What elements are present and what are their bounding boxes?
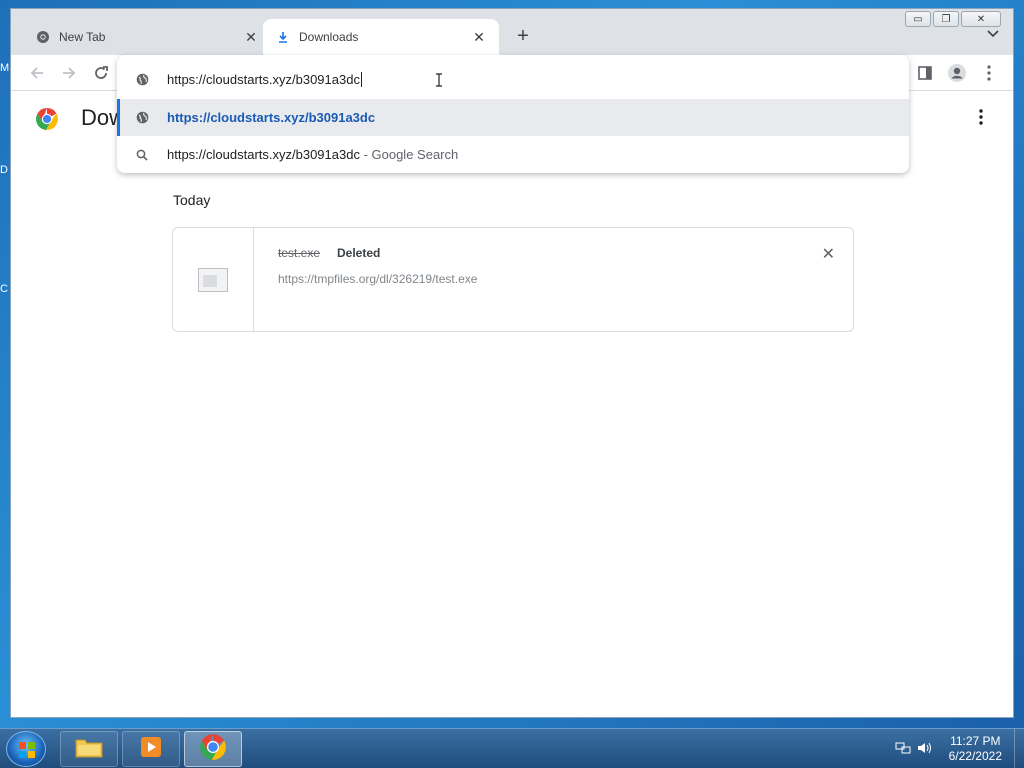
chrome-icon: [35, 29, 51, 45]
tab-title: Downloads: [299, 30, 359, 44]
profile-avatar-icon[interactable]: [945, 61, 969, 85]
back-button[interactable]: [25, 61, 49, 85]
close-tab-icon[interactable]: ✕: [243, 29, 259, 46]
taskbar-chrome[interactable]: [184, 731, 242, 767]
suggestion-search-suffix: - Google Search: [359, 147, 459, 162]
omnibox-dropdown: https://cloudstarts.xyz/b3091a3dc https:…: [117, 55, 909, 173]
close-window-button[interactable]: ✕: [961, 11, 1001, 27]
file-icon: [198, 267, 228, 292]
desktop-icon-label-c: C: [0, 283, 8, 295]
chrome-logo-icon: [35, 107, 59, 131]
page-menu-icon[interactable]: [979, 109, 983, 130]
restore-button[interactable]: ❐: [933, 11, 959, 27]
suggestion-url[interactable]: https://cloudstarts.xyz/b3091a3dc: [117, 99, 909, 136]
start-button[interactable]: [6, 731, 46, 767]
clock-date: 6/22/2022: [948, 749, 1002, 763]
suggestion-url-text: https://cloudstarts.xyz/b3091a3dc: [167, 110, 376, 125]
system-tray: 11:27 PM 6/22/2022: [895, 729, 1024, 768]
kebab-menu-icon[interactable]: [977, 61, 1001, 85]
tab-title: New Tab: [59, 30, 106, 44]
folder-icon: [74, 735, 104, 764]
search-icon: [117, 149, 167, 161]
download-item: test.exe Deleted https://tmpfiles.org/dl…: [172, 227, 854, 332]
clock[interactable]: 11:27 PM 6/22/2022: [949, 734, 1002, 764]
address-bar[interactable]: https://cloudstarts.xyz/b3091a3dc: [117, 61, 909, 98]
download-url[interactable]: https://tmpfiles.org/dl/326219/test.exe: [278, 272, 477, 286]
address-input-text[interactable]: https://cloudstarts.xyz/b3091a3dc: [167, 72, 360, 87]
remove-download-icon[interactable]: ✕: [822, 244, 835, 264]
browser-window: New Tab ✕ Downloads ✕ + ▭ ❐ ✕ https://cl…: [10, 8, 1014, 718]
globe-icon: [117, 73, 167, 86]
desktop-icon-label-m: M: [0, 62, 10, 74]
chrome-icon: [199, 733, 227, 766]
reload-button[interactable]: [89, 61, 113, 85]
tab-search-chevron-icon[interactable]: [987, 27, 999, 41]
download-status: Deleted: [337, 246, 381, 260]
forward-button[interactable]: [57, 61, 81, 85]
globe-icon: [117, 111, 167, 124]
download-filename: test.exe: [278, 246, 321, 260]
suggestion-search[interactable]: https://cloudstarts.xyz/b3091a3dc - Goog…: [117, 136, 909, 173]
minimize-button[interactable]: ▭: [905, 11, 931, 27]
tab-new-tab[interactable]: New Tab ✕: [23, 19, 271, 55]
media-player-icon: [138, 734, 164, 765]
suggestion-search-text: https://cloudstarts.xyz/b3091a3dc: [167, 147, 360, 162]
close-tab-icon[interactable]: ✕: [471, 29, 487, 46]
window-controls: ▭ ❐ ✕: [905, 11, 1001, 27]
show-desktop-button[interactable]: [1014, 729, 1024, 768]
i-beam-cursor-icon: [435, 73, 443, 87]
taskbar-file-explorer[interactable]: [60, 731, 118, 767]
volume-icon[interactable]: [917, 741, 933, 758]
file-icon-box: [173, 228, 254, 331]
new-tab-button[interactable]: +: [511, 25, 535, 49]
tab-strip: New Tab ✕ Downloads ✕ + ▭ ❐ ✕: [11, 9, 1013, 55]
clock-time: 11:27 PM: [950, 734, 1001, 748]
taskbar: 11:27 PM 6/22/2022: [0, 728, 1024, 768]
network-icon[interactable]: [895, 741, 911, 758]
taskbar-media-player[interactable]: [122, 731, 180, 767]
section-heading-today: Today: [173, 192, 211, 208]
desktop-icon-label-d: D: [0, 164, 8, 176]
text-caret: [360, 72, 362, 87]
download-icon: [275, 29, 291, 45]
tab-downloads[interactable]: Downloads ✕: [263, 19, 499, 55]
side-panel-icon[interactable]: [913, 61, 937, 85]
